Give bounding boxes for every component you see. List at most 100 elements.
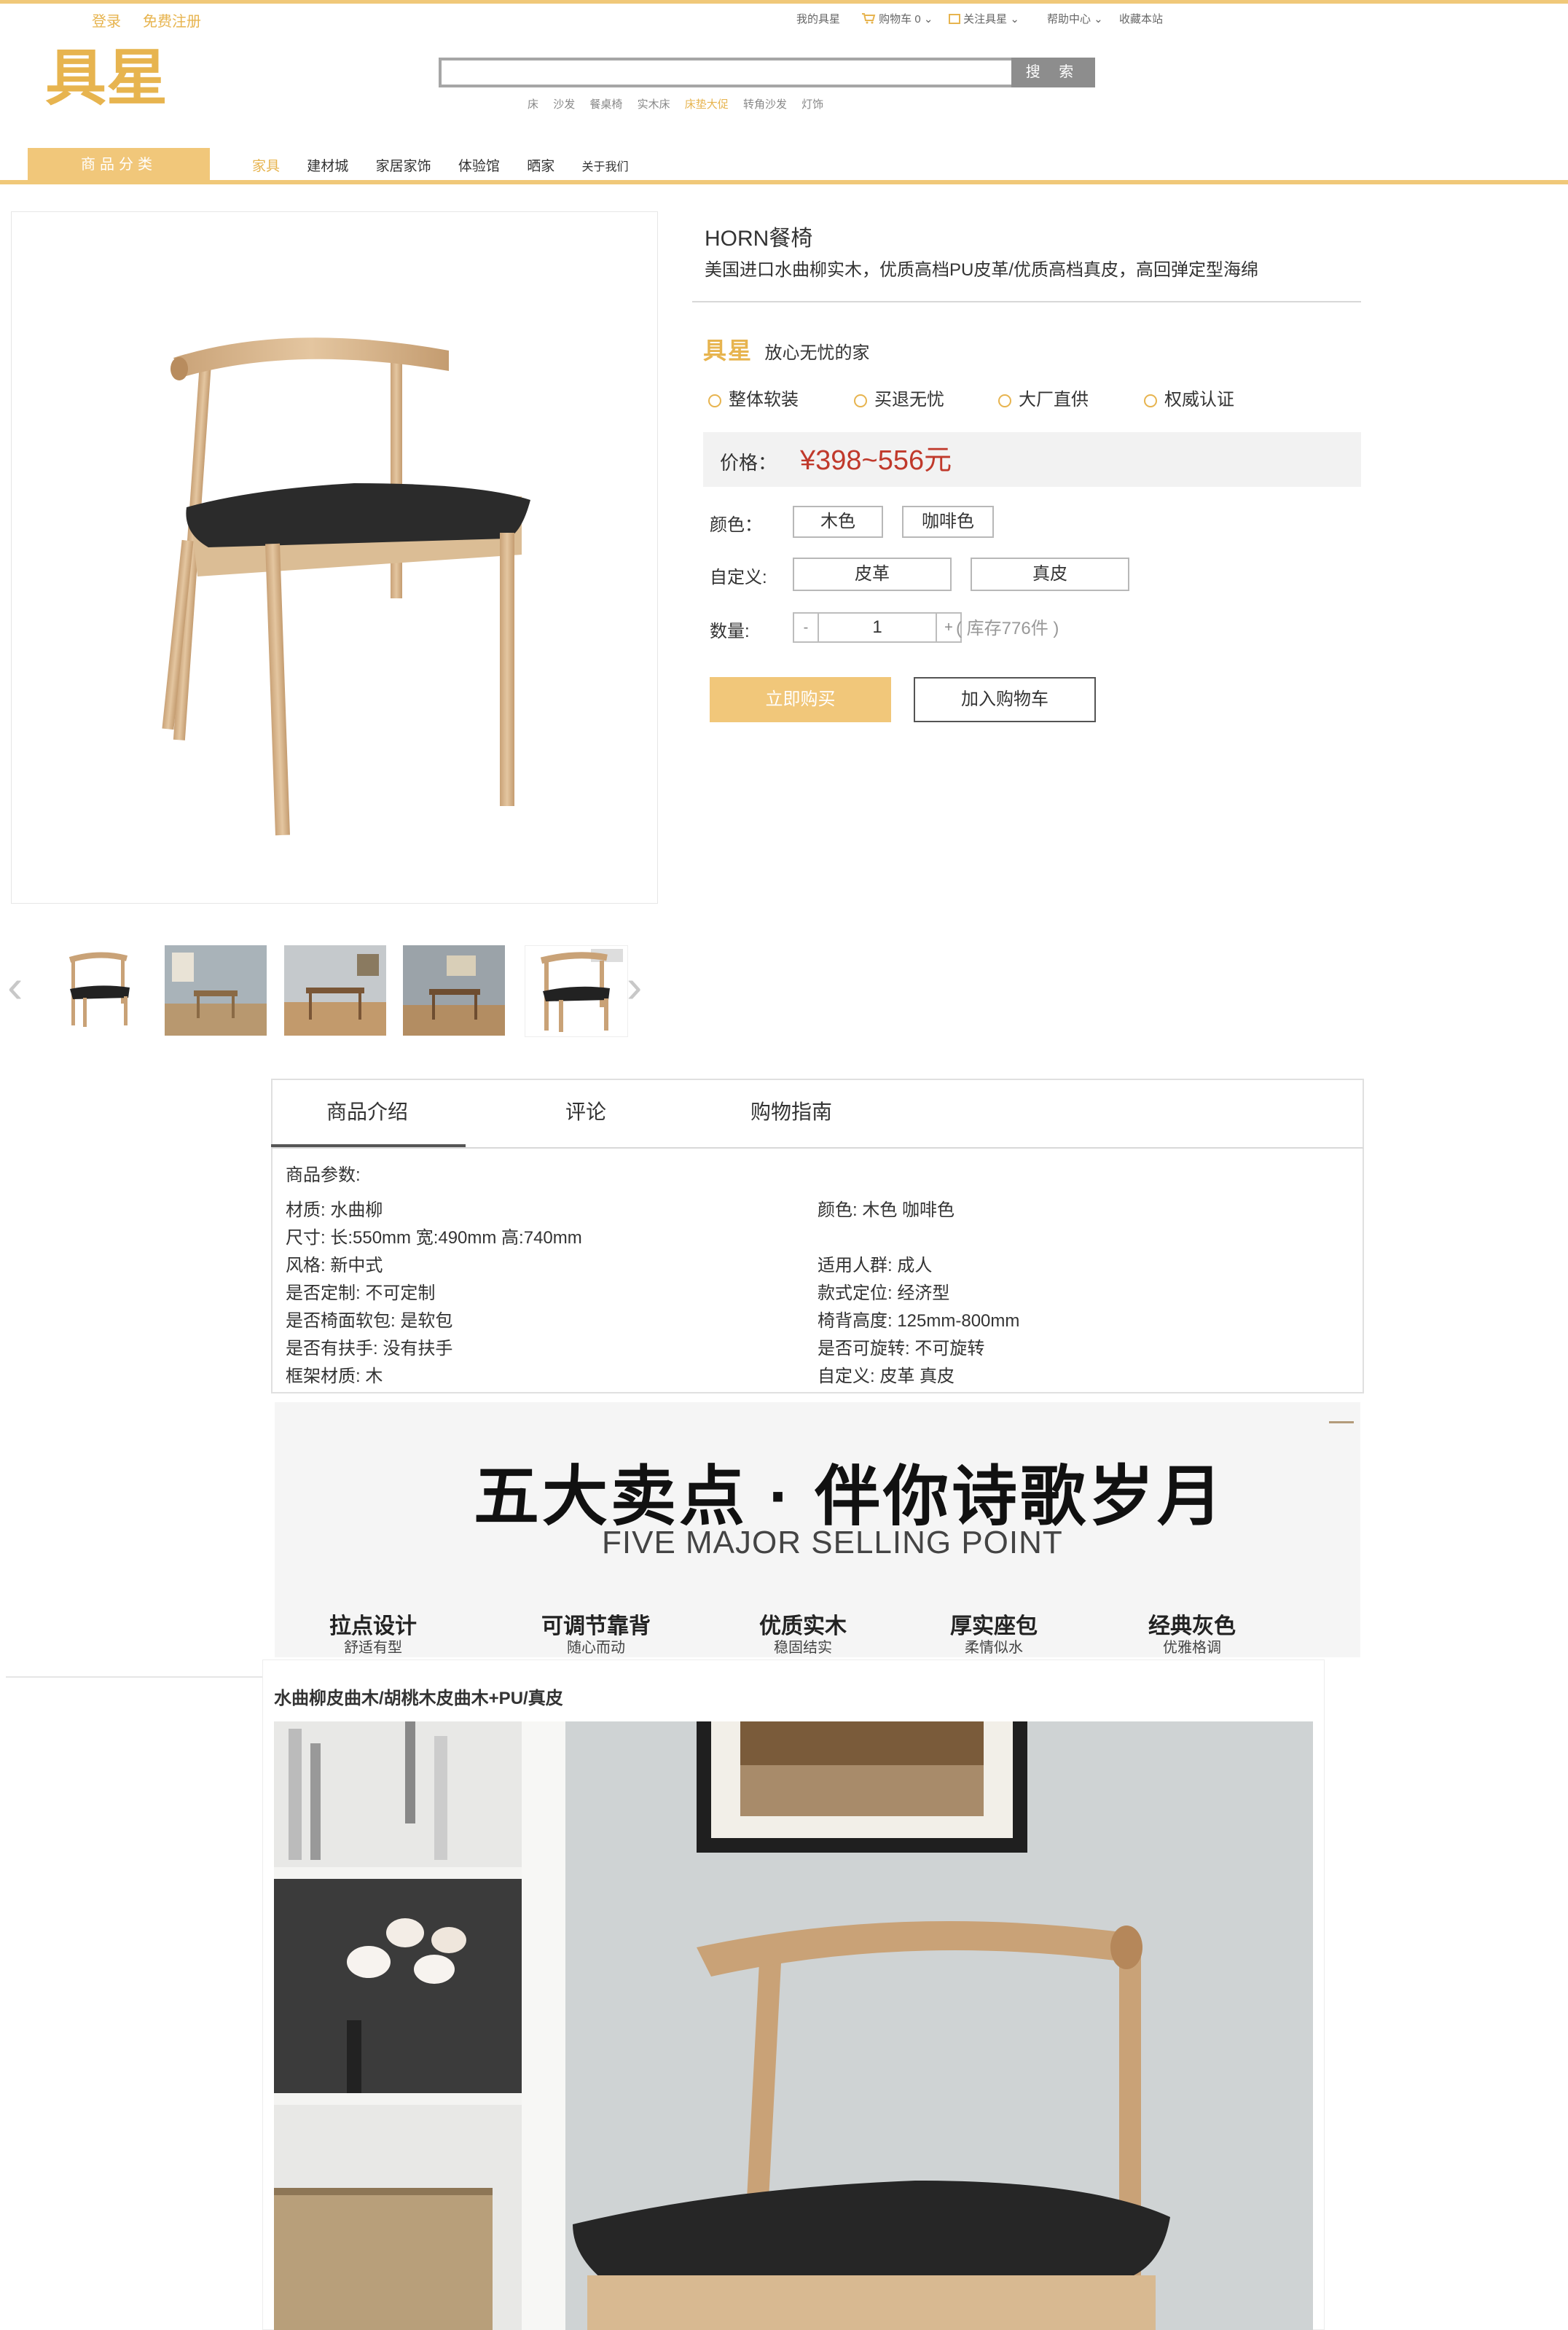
room-chair-image <box>274 1721 1313 2330</box>
feature-label: 大厂直供 <box>1019 390 1089 410</box>
param-item: 是否可旋转: 不可旋转 <box>818 1339 985 1358</box>
follow-link[interactable]: 关注具星 ⌄ <box>949 11 1019 26</box>
search-input[interactable] <box>439 58 1011 87</box>
site-logo[interactable]: 具星 <box>45 42 220 115</box>
chair-image <box>162 337 530 836</box>
divider <box>6 1676 264 1678</box>
thumbnail-room-image <box>284 945 386 1036</box>
param-item: 适用人群: 成人 <box>818 1256 933 1275</box>
feature-item: 整体软装 <box>708 385 799 410</box>
color-label: 颜色： <box>710 515 762 535</box>
check-circle-icon <box>998 394 1011 407</box>
thumbnail-room-image <box>403 945 505 1036</box>
buy-now-button[interactable]: 立即购买 <box>710 677 891 722</box>
product-title: HORN餐椅 <box>705 227 813 251</box>
hot-word-link[interactable]: 餐桌椅 <box>589 98 622 111</box>
cart-link-label: 购物车 0 <box>879 13 921 26</box>
tab-product-intro[interactable]: 商品介绍 <box>326 1096 408 1125</box>
check-circle-icon <box>708 394 721 407</box>
params-heading: 商品参数: <box>286 1165 361 1185</box>
favorite-site-link[interactable]: 收藏本站 <box>1119 11 1163 26</box>
selling-point-subtitle: 稳固结实 <box>774 1640 832 1656</box>
hot-word-link-highlight[interactable]: 床垫大促 <box>685 98 729 111</box>
hot-word-link[interactable]: 灯饰 <box>801 98 823 111</box>
custom-option-genuine-leather[interactable]: 真皮 <box>971 558 1129 591</box>
active-tab-indicator <box>271 1144 466 1147</box>
my-account-link[interactable]: 我的具星 <box>796 11 840 26</box>
banner-title: 五大卖点 · 伴你诗歌岁月 <box>474 1461 1226 1533</box>
feature-label: 权威认证 <box>1164 390 1234 410</box>
feature-item: 大厂直供 <box>998 385 1089 410</box>
category-button[interactable]: 商品分类 <box>28 148 210 182</box>
hot-word-link[interactable]: 沙发 <box>553 98 575 111</box>
thumbnail-chair-image <box>68 952 130 1027</box>
banner-dash <box>1329 1421 1354 1423</box>
cart-link[interactable]: 购物车 0 ⌄ <box>861 11 933 26</box>
feature-label: 买退无忧 <box>874 390 944 410</box>
hot-words: 床 沙发 餐桌椅 实木床 床垫大促 转角沙发 灯饰 <box>528 96 835 112</box>
tab-reviews[interactable]: 评论 <box>565 1096 606 1125</box>
top-bar: 登录 免费注册 我的具星 购物车 0 ⌄ 关注具星 ⌄ 帮助中心 ⌄ 收藏本站 <box>0 4 1568 31</box>
param-item: 材质: 水曲柳 <box>286 1200 383 1220</box>
feature-item: 买退无忧 <box>854 385 944 410</box>
param-item: 是否定制: 不可定制 <box>286 1283 436 1303</box>
thumbnail[interactable] <box>165 945 267 1036</box>
color-option-coffee[interactable]: 咖啡色 <box>902 506 994 538</box>
divider <box>692 301 1361 302</box>
quantity-input[interactable]: 1 <box>819 612 936 643</box>
register-link[interactable]: 免费注册 <box>143 9 201 31</box>
color-option-wood[interactable]: 木色 <box>793 506 883 538</box>
hot-word-link[interactable]: 转角沙发 <box>743 98 787 111</box>
logo-graphic: 具星 <box>45 42 168 114</box>
selling-point-subtitle: 优雅格调 <box>1163 1640 1221 1656</box>
param-item: 是否有扶手: 没有扶手 <box>286 1339 453 1358</box>
add-to-cart-button[interactable]: 加入购物车 <box>914 677 1096 722</box>
thumbnail-room-image <box>165 945 267 1036</box>
thumbnail[interactable] <box>48 945 150 1036</box>
search-button[interactable]: 搜 索 <box>1011 58 1095 87</box>
follow-link-label: 关注具星 <box>963 13 1008 26</box>
thumbnail[interactable] <box>525 945 628 1037</box>
check-circle-icon <box>854 394 867 407</box>
chevron-right-icon[interactable]: › <box>627 961 642 1012</box>
hot-word-link[interactable]: 实木床 <box>638 98 670 111</box>
lifestyle-photo <box>274 1721 1313 2330</box>
tab-shopping-guide[interactable]: 购物指南 <box>750 1096 832 1125</box>
price-value: ¥398~556元 <box>800 445 952 476</box>
bookmark-icon <box>949 14 960 24</box>
hot-word-link[interactable]: 床 <box>528 98 538 111</box>
selling-point-subtitle: 舒适有型 <box>344 1640 402 1656</box>
custom-label: 自定义: <box>710 568 767 587</box>
param-item: 款式定位: 经济型 <box>818 1283 950 1303</box>
material-title: 水曲柳皮曲木/胡桃木皮曲木+PU/真皮 <box>274 1689 563 1708</box>
selling-point-subtitle: 随心而动 <box>567 1640 625 1656</box>
param-item: 自定义: 皮革 真皮 <box>818 1367 955 1386</box>
param-item: 尺寸: 长:550mm 宽:490mm 高:740mm <box>286 1228 582 1248</box>
thumbnail[interactable] <box>284 945 386 1036</box>
main-nav: 家具 建材城 家居家饰 体验馆 晒家 关于我们 <box>252 148 652 182</box>
main-product-image <box>11 211 658 904</box>
check-circle-icon <box>1144 394 1157 407</box>
stock-count: ( 库存776件 ) <box>956 619 1059 638</box>
nav-underline <box>0 180 1568 184</box>
thumbnail[interactable] <box>403 945 505 1036</box>
param-item: 椅背高度: 125mm-800mm <box>818 1311 1020 1331</box>
brand-row: 具星 放心无忧的家 <box>703 332 869 364</box>
feature-label: 整体软装 <box>729 390 799 410</box>
selling-point-subtitle: 柔情似水 <box>965 1640 1023 1656</box>
price-label: 价格： <box>720 452 777 474</box>
feature-item: 权威认证 <box>1144 385 1234 410</box>
product-subtitle: 美国进口水曲柳实木，优质高档PU皮革/优质高档真皮，高回弹定型海绵 <box>705 260 1259 280</box>
logo-text: 具星 <box>45 42 168 114</box>
quantity-decrement-button[interactable]: - <box>793 612 819 643</box>
param-item: 是否椅面软包: 是软包 <box>286 1311 453 1331</box>
help-center-link[interactable]: 帮助中心 ⌄ <box>1047 11 1103 26</box>
custom-option-leather[interactable]: 皮革 <box>793 558 952 591</box>
param-item: 框架材质: 木 <box>286 1367 383 1386</box>
brand-logo: 具星 <box>703 337 753 364</box>
login-link[interactable]: 登录 <box>92 9 121 31</box>
param-item: 风格: 新中式 <box>286 1256 383 1275</box>
chevron-left-icon[interactable]: ‹ <box>7 961 23 1012</box>
help-center-label: 帮助中心 <box>1047 13 1091 26</box>
banner-subtitle: FIVE MAJOR SELLING POINT <box>602 1525 1063 1560</box>
